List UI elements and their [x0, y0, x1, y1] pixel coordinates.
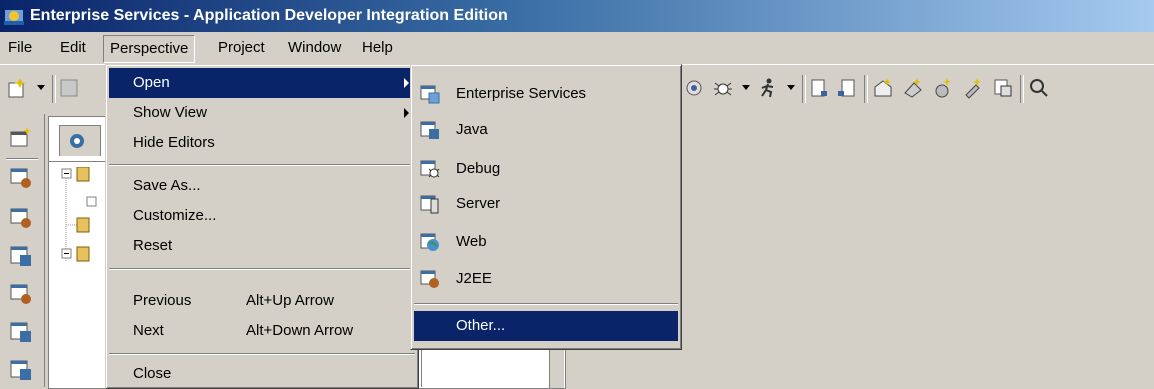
j2ee-perspective-icon-3[interactable]	[9, 282, 33, 306]
menu-item-open[interactable]: Open	[109, 68, 415, 98]
submenu-item-enterprise-services[interactable]: Enterprise Services	[414, 79, 678, 109]
submenu-item-j2ee[interactable]: J2EE	[414, 264, 678, 294]
run-icon[interactable]	[757, 77, 779, 99]
submenu-item-server[interactable]: Server	[414, 189, 678, 219]
debug-dropdown-icon[interactable]	[742, 85, 750, 90]
shortcut-next: Alt+Down Arrow	[246, 322, 354, 339]
java-perspective-icon	[420, 121, 439, 139]
run-dropdown-icon[interactable]	[787, 85, 795, 90]
web-perspective-icon	[420, 233, 439, 251]
menu-separator	[109, 268, 415, 270]
server-perspective-icon	[420, 195, 439, 214]
menu-item-reset[interactable]: Reset	[109, 231, 415, 261]
submenu-arrow-icon	[404, 78, 409, 88]
submenu-arrow-icon	[404, 108, 409, 118]
view-tab[interactable]	[59, 125, 101, 156]
menu-item-show-view[interactable]: Show View	[109, 98, 415, 128]
debug-perspective-icon	[420, 160, 440, 178]
menu-item-next[interactable]: Next Alt+Down Arrow	[109, 316, 415, 346]
submenu-item-java[interactable]: Java	[414, 115, 678, 145]
title-bar: Enterprise Services - Application Develo…	[0, 0, 1154, 32]
window-title: Enterprise Services - Application Develo…	[30, 7, 508, 24]
navigator-icon	[70, 134, 84, 148]
menu-bar: File Edit Perspective Project Window Hel…	[0, 32, 1154, 64]
new-binding-icon[interactable]	[932, 77, 954, 99]
perspective-bar	[0, 114, 45, 387]
new-wizard-icon[interactable]	[6, 77, 28, 99]
java-perspective-icon-3[interactable]	[9, 358, 33, 382]
menu-item-previous[interactable]: Previous Alt+Up Arrow	[109, 286, 415, 316]
app-icon	[4, 10, 24, 25]
open-type-icon[interactable]	[808, 77, 830, 99]
debug-icon[interactable]	[712, 77, 734, 99]
menu-perspective[interactable]: Perspective	[103, 35, 196, 63]
new-project-icon[interactable]	[872, 77, 894, 99]
menu-separator	[109, 353, 415, 355]
open-perspective-icon[interactable]	[9, 126, 33, 150]
run-server-icon[interactable]	[683, 77, 705, 99]
shortcut-previous: Alt+Up Arrow	[246, 292, 334, 309]
menu-separator	[414, 303, 678, 305]
java-perspective-icon[interactable]	[9, 244, 33, 268]
menu-item-save-as[interactable]: Save As...	[109, 171, 415, 201]
menu-item-hide-editors[interactable]: Hide Editors	[109, 128, 415, 158]
menu-help[interactable]: Help	[356, 32, 399, 64]
submenu-item-other[interactable]: Other...	[414, 311, 678, 341]
menu-edit[interactable]: Edit	[54, 32, 92, 64]
j2ee-perspective-icon	[420, 270, 439, 288]
menu-project[interactable]: Project	[212, 32, 271, 64]
save-icon[interactable]	[58, 77, 80, 99]
perspective-menu: Open Show View Hide Editors Save As... C…	[105, 64, 419, 389]
menu-file[interactable]: File	[2, 32, 38, 64]
menu-separator	[109, 164, 415, 166]
submenu-item-web[interactable]: Web	[414, 227, 678, 257]
j2ee-perspective-icon[interactable]	[9, 166, 33, 190]
menu-item-customize[interactable]: Customize...	[109, 201, 415, 231]
menu-window[interactable]: Window	[282, 32, 347, 64]
submenu-item-debug[interactable]: Debug	[414, 154, 678, 184]
java-perspective-icon-2[interactable]	[9, 320, 33, 344]
j2ee-perspective-icon-2[interactable]	[9, 206, 33, 230]
new-adapter-icon[interactable]	[962, 77, 984, 99]
deploy-icon[interactable]	[992, 77, 1014, 99]
new-service-icon[interactable]	[902, 77, 924, 99]
open-resource-icon[interactable]	[836, 77, 858, 99]
enterprise-services-perspective-icon	[420, 85, 440, 104]
menu-item-close[interactable]: Close	[109, 359, 415, 389]
new-dropdown-icon[interactable]	[37, 85, 45, 90]
search-icon[interactable]	[1028, 77, 1050, 99]
open-submenu: Enterprise Services Java Debug Server We…	[410, 64, 682, 350]
